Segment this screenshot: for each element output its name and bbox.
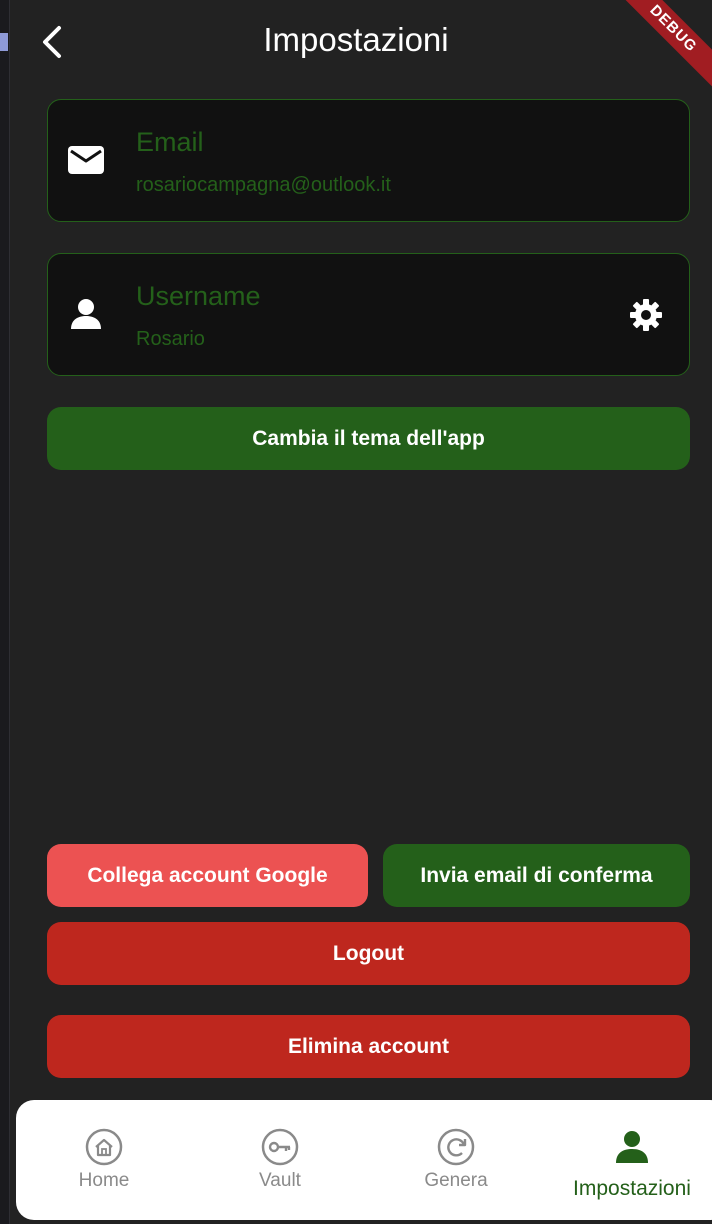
- nav-label-impostazioni: Impostazioni: [573, 1177, 691, 1200]
- home-icon: [85, 1128, 123, 1166]
- username-label: Username: [136, 281, 261, 311]
- nav-item-vault[interactable]: Vault: [205, 1100, 355, 1220]
- email-card: Email rosariocampagna@outlook.it: [47, 99, 690, 222]
- link-google-button[interactable]: Collega account Google: [47, 844, 368, 907]
- send-confirmation-button[interactable]: Invia email di conferma: [383, 844, 690, 907]
- nav-item-impostazioni[interactable]: Impostazioni: [557, 1100, 707, 1220]
- delete-account-button[interactable]: Elimina account: [47, 1015, 690, 1078]
- email-value: rosariocampagna@outlook.it: [136, 174, 391, 196]
- person-icon: [66, 294, 106, 334]
- page-title: Impostazioni: [263, 21, 449, 58]
- change-theme-button[interactable]: Cambia il tema dell'app: [47, 407, 690, 470]
- window-edge: [0, 0, 10, 1224]
- logout-button[interactable]: Logout: [47, 922, 690, 985]
- nav-label-home: Home: [78, 1170, 130, 1191]
- bottom-navigation: Home Vault Genera Impostazioni: [16, 1100, 712, 1220]
- email-label: Email: [136, 127, 204, 157]
- username-value: Rosario: [136, 328, 205, 350]
- nav-item-genera[interactable]: Genera: [381, 1100, 531, 1220]
- nav-label-vault: Vault: [259, 1170, 301, 1191]
- refresh-icon: [437, 1128, 475, 1166]
- mail-icon: [66, 140, 106, 180]
- person-icon: [613, 1128, 651, 1166]
- username-card: Username Rosario: [47, 253, 690, 376]
- gear-icon: [630, 299, 662, 331]
- settings-screen: Impostazioni DEBUG Email rosariocampagna…: [0, 0, 712, 1224]
- nav-label-genera: Genera: [424, 1170, 488, 1191]
- nav-item-home[interactable]: Home: [29, 1100, 179, 1220]
- username-settings-button[interactable]: [627, 296, 665, 334]
- key-icon: [261, 1128, 299, 1166]
